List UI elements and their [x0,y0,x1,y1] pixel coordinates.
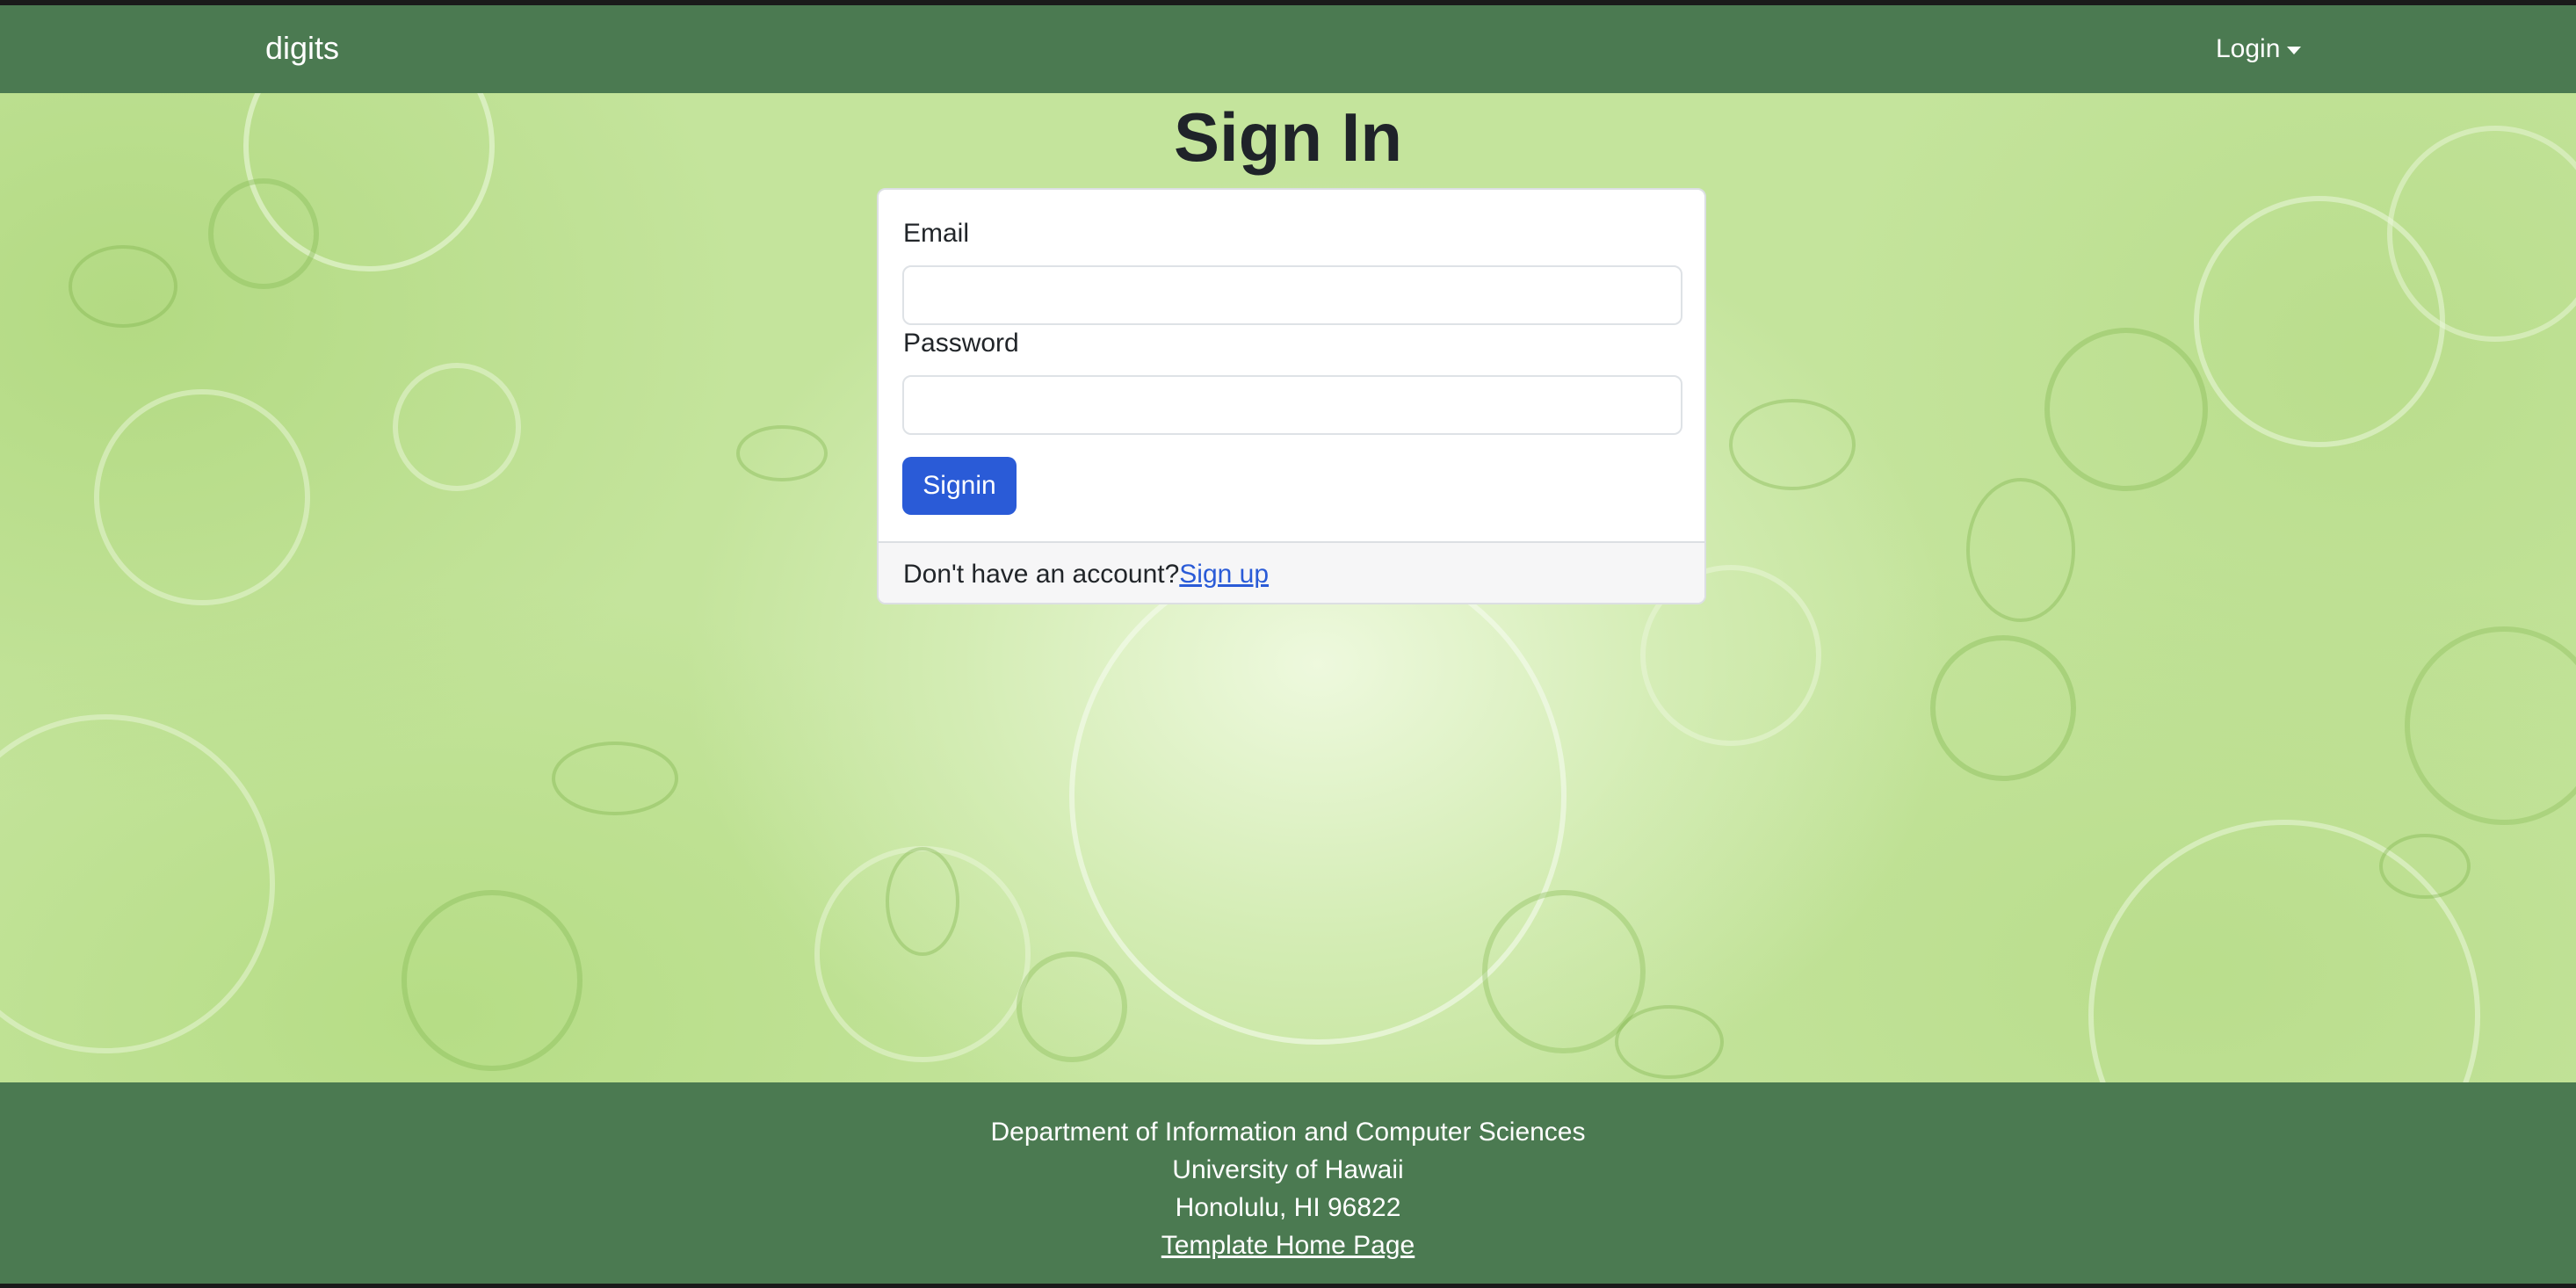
template-home-link[interactable]: Template Home Page [1161,1231,1415,1260]
signup-prompt: Don't have an account?Sign up [903,557,1269,592]
main-content: Sign In Email Password Signin Don't have… [0,93,2576,1082]
app-window: digits Login Sign In Email Password Sign… [0,5,2576,1284]
page-title: Sign In [1174,98,1402,176]
password-label: Password [903,329,1019,358]
footer-address: Honolulu, HI 96822 [1175,1193,1401,1222]
footer-university: University of Hawaii [1172,1155,1404,1184]
brand-link[interactable]: digits [265,28,339,69]
email-label: Email [903,219,970,248]
caret-down-icon [2287,46,2302,54]
signup-link[interactable]: Sign up [1179,560,1269,589]
signin-button[interactable]: Signin [902,457,1017,515]
card-footer: Don't have an account?Sign up [879,541,1704,603]
page-footer: Department of Information and Computer S… [0,1082,2576,1284]
email-input[interactable] [902,265,1682,325]
login-dropdown-toggle[interactable]: Login [2216,32,2302,67]
signin-card: Email Password Signin Don't have an acco… [877,188,1706,604]
signup-prompt-text: Don't have an account? [903,560,1180,589]
footer-department: Department of Information and Computer S… [990,1118,1586,1147]
top-navbar: digits Login [0,5,2576,93]
login-dropdown-label: Login [2216,34,2281,63]
password-input[interactable] [902,375,1682,435]
footer-link-row: Template Home Page [0,1228,2576,1263]
